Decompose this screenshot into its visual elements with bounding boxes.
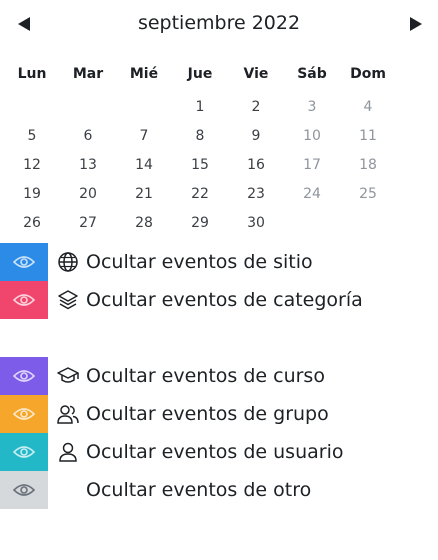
calendar-day-cell[interactable]: 16	[228, 150, 284, 179]
weekday-header-row: Lun Mar Mié Jue Vie Sáb Dom	[4, 56, 396, 92]
calendar-day-cell[interactable]: 10	[284, 121, 340, 150]
calendar-day-cell[interactable]: 14	[116, 150, 172, 179]
calendar-day-cell[interactable]: 23	[228, 179, 284, 208]
legend-item-category[interactable]: Ocultar eventos de categoría	[0, 281, 438, 357]
calendar-day-cell[interactable]: 24	[284, 179, 340, 208]
calendar-day-cell[interactable]: 26	[4, 208, 60, 237]
calendar-day-cell[interactable]: 1	[172, 92, 228, 121]
legend-label[interactable]: Ocultar eventos de sitio	[86, 243, 313, 281]
calendar-header: septiembre 2022	[0, 0, 438, 56]
calendar-day-cell[interactable]: 12	[4, 150, 60, 179]
calendar-day-cell[interactable]: 22	[172, 179, 228, 208]
calendar-week-row: 12 13 14 15 16 17 18	[4, 150, 396, 179]
calendar-day-cell[interactable]: 8	[172, 121, 228, 150]
calendar-day-cell[interactable]: 6	[60, 121, 116, 150]
calendar-day-cell[interactable]: 28	[116, 208, 172, 237]
legend-item-site[interactable]: Ocultar eventos de sitio	[0, 243, 438, 281]
group-icon	[57, 405, 79, 424]
layers-icon	[58, 290, 78, 310]
user-icon	[59, 442, 77, 462]
legend-item-other[interactable]: Ocultar eventos de otro	[0, 471, 438, 509]
calendar-day-cell	[4, 92, 60, 121]
weekday-header: Lun	[17, 66, 47, 82]
calendar-day-cell[interactable]: 15	[172, 150, 228, 179]
legend-label[interactable]: Ocultar eventos de otro	[86, 471, 311, 509]
eye-icon	[13, 408, 35, 420]
eye-icon	[13, 446, 35, 458]
next-month-arrow-icon[interactable]	[410, 17, 422, 31]
calendar-day-cell	[284, 208, 340, 237]
weekday-header: Vie	[243, 66, 269, 82]
calendar-day-cell	[340, 208, 396, 237]
graduation-cap-icon	[57, 367, 79, 383]
legend-item-group[interactable]: Ocultar eventos de grupo	[0, 395, 438, 433]
site-color-swatch[interactable]	[0, 243, 48, 281]
calendar-week-row: 19 20 21 22 23 24 25	[4, 179, 396, 208]
calendar-day-cell[interactable]: 17	[284, 150, 340, 179]
legend-item-user[interactable]: Ocultar eventos de usuario	[0, 433, 438, 471]
user-color-swatch[interactable]	[0, 433, 48, 471]
calendar-day-cell[interactable]: 9	[228, 121, 284, 150]
calendar-week-row: 1 2 3 4	[4, 92, 396, 121]
calendar-week-row: 5 6 7 8 9 10 11	[4, 121, 396, 150]
legend-item-course[interactable]: Ocultar eventos de curso	[0, 357, 438, 395]
month-title: septiembre 2022	[137, 12, 301, 34]
other-color-swatch[interactable]	[0, 471, 48, 509]
event-type-legend: Ocultar eventos de sitio Ocultar eventos…	[0, 243, 438, 509]
eye-icon	[13, 484, 35, 496]
calendar-week-row: 26 27 28 29 30	[4, 208, 396, 237]
calendar-day-cell[interactable]: 5	[4, 121, 60, 150]
calendar-day-cell[interactable]: 13	[60, 150, 116, 179]
calendar-day-cell[interactable]: 27	[60, 208, 116, 237]
calendar-day-cell[interactable]: 29	[172, 208, 228, 237]
calendar-day-cell[interactable]: 3	[284, 92, 340, 121]
calendar-day-cell	[116, 92, 172, 121]
calendar-day-cell[interactable]: 2	[228, 92, 284, 121]
weekday-header: Mié	[129, 66, 159, 82]
course-color-swatch[interactable]	[0, 357, 48, 395]
weekday-header: Sáb	[297, 66, 327, 82]
legend-label[interactable]: Ocultar eventos de usuario	[86, 433, 343, 471]
weekday-header: Dom	[350, 66, 386, 82]
calendar-day-cell[interactable]: 11	[340, 121, 396, 150]
legend-label[interactable]: Ocultar eventos de grupo	[86, 395, 329, 433]
calendar-day-cell[interactable]: 18	[340, 150, 396, 179]
weekday-header: Mar	[72, 66, 104, 82]
calendar-day-cell[interactable]: 20	[60, 179, 116, 208]
calendar-day-cell[interactable]: 7	[116, 121, 172, 150]
calendar-day-cell[interactable]: 19	[4, 179, 60, 208]
eye-icon	[13, 370, 35, 382]
calendar-day-cell[interactable]: 4	[340, 92, 396, 121]
empty-icon-slot	[56, 478, 80, 502]
group-color-swatch[interactable]	[0, 395, 48, 433]
weekday-header: Jue	[187, 66, 213, 82]
calendar-grid: Lun Mar Mié Jue Vie Sáb Dom 1 2 3 4 5 6 …	[4, 56, 396, 237]
calendar-day-cell[interactable]: 25	[340, 179, 396, 208]
eye-icon	[13, 256, 35, 268]
calendar-day-cell[interactable]: 30	[228, 208, 284, 237]
calendar-day-cell	[60, 92, 116, 121]
globe-icon	[58, 252, 78, 272]
calendar-day-cell[interactable]: 21	[116, 179, 172, 208]
legend-label[interactable]: Ocultar eventos de curso	[86, 357, 325, 395]
